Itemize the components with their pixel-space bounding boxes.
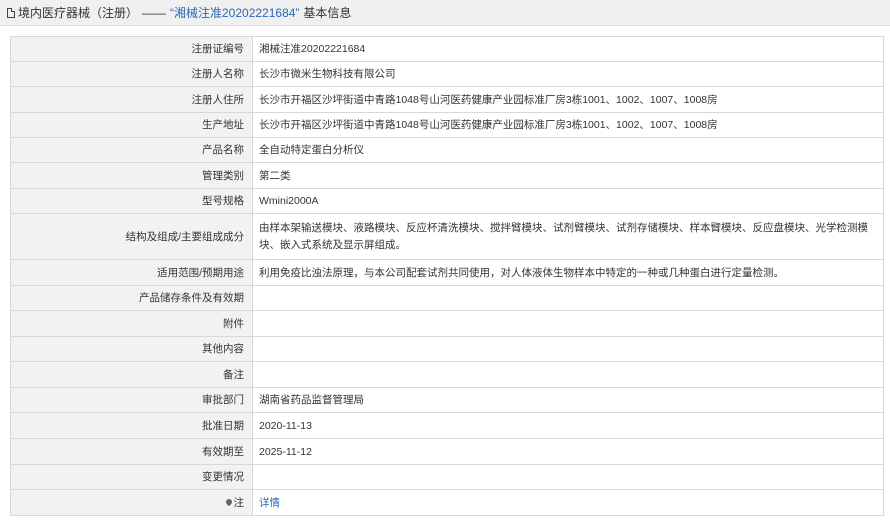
document-icon: [7, 7, 15, 18]
row-value: 长沙市开福区沙坪街道中青路1048号山河医药健康产业园标准厂房3栋1001、10…: [252, 86, 884, 113]
row-value: 全自动特定蛋白分析仪: [252, 137, 884, 163]
row-label: 注册证编号: [10, 36, 253, 62]
header-category: 境内医疗器械（注册）: [18, 6, 139, 20]
row-value: 长沙市微米生物科技有限公司: [252, 61, 884, 87]
table-row: 有效期至 2025-11-12: [10, 438, 884, 465]
row-value: 2020-11-13: [252, 412, 884, 439]
row-value: 湘械注准20202221684: [252, 36, 884, 62]
note-value-cell: 详情: [252, 489, 884, 516]
row-label: 管理类别: [10, 162, 253, 189]
row-label: 适用范围/预期用途: [10, 259, 253, 286]
table-row: 其他内容: [10, 336, 884, 362]
row-label: 备注: [10, 361, 253, 388]
row-label: 产品储存条件及有效期: [10, 285, 253, 311]
row-label: 批准日期: [10, 412, 253, 439]
row-value: [252, 361, 884, 388]
row-value: 长沙市开福区沙坪街道中青路1048号山河医药健康产业园标准厂房3栋1001、10…: [252, 112, 884, 138]
header-registration-title: “湘械注准20202221684”: [170, 6, 300, 20]
row-value: 2025-11-12: [252, 438, 884, 465]
table-row: 产品储存条件及有效期: [10, 285, 884, 311]
table-row: 结构及组成/主要组成成分 由样本架输送模块、液路模块、反应杯清洗模块、搅拌臂模块…: [10, 213, 884, 260]
row-label: 附件: [10, 310, 253, 337]
header-suffix: 基本信息: [303, 6, 352, 20]
row-label: 有效期至: [10, 438, 253, 465]
row-value: 第二类: [252, 162, 884, 189]
row-value: [252, 310, 884, 337]
row-label: 型号规格: [10, 188, 253, 214]
row-value: 利用免疫比浊法原理，与本公司配套试剂共同使用，对人体液体生物样本中特定的一种或几…: [252, 259, 884, 286]
row-value: Wmini2000A: [252, 188, 884, 214]
row-label: 变更情况: [10, 464, 253, 490]
row-value: 由样本架输送模块、液路模块、反应杯清洗模块、搅拌臂模块、试剂臂模块、试剂存储模块…: [252, 213, 884, 260]
table-row: 生产地址 长沙市开福区沙坪街道中青路1048号山河医药健康产业园标准厂房3栋10…: [10, 112, 884, 138]
header-dash: ——: [142, 5, 167, 20]
page-header: 境内医疗器械（注册） —— “湘械注准20202221684” 基本信息: [0, 0, 890, 26]
table-row: 附件: [10, 310, 884, 337]
table-row: 审批部门 湖南省药品监督管理局: [10, 387, 884, 413]
row-label: 审批部门: [10, 387, 253, 413]
note-row: 注 详情: [10, 489, 884, 516]
table-row: 注册证编号 湘械注准20202221684: [10, 36, 884, 62]
details-link[interactable]: 详情: [259, 497, 280, 509]
note-label-cell: 注: [10, 489, 253, 516]
row-label: 注册人住所: [10, 86, 253, 113]
row-label: 其他内容: [10, 336, 253, 362]
row-label: 结构及组成/主要组成成分: [10, 213, 253, 260]
table-row: 备注: [10, 361, 884, 388]
table-row: 批准日期 2020-11-13: [10, 412, 884, 439]
row-value: [252, 336, 884, 362]
row-value: [252, 285, 884, 311]
table-row: 管理类别 第二类: [10, 162, 884, 189]
info-table: 注册证编号 湘械注准20202221684 注册人名称 长沙市微米生物科技有限公…: [10, 36, 884, 516]
row-label: 生产地址: [10, 112, 253, 138]
note-label: 注: [233, 496, 245, 509]
row-label: 注册人名称: [10, 61, 253, 87]
row-value: 湖南省药品监督管理局: [252, 387, 884, 413]
table-row: 注册人名称 长沙市微米生物科技有限公司: [10, 61, 884, 87]
table-row: 适用范围/预期用途 利用免疫比浊法原理，与本公司配套试剂共同使用，对人体液体生物…: [10, 259, 884, 286]
table-row: 注册人住所 长沙市开福区沙坪街道中青路1048号山河医药健康产业园标准厂房3栋1…: [10, 86, 884, 113]
table-row: 产品名称 全自动特定蛋白分析仪: [10, 137, 884, 163]
row-label: 产品名称: [10, 137, 253, 163]
table-row: 变更情况: [10, 464, 884, 490]
table-row: 型号规格 Wmini2000A: [10, 188, 884, 214]
row-value: [252, 464, 884, 490]
pin-icon: [224, 497, 233, 506]
